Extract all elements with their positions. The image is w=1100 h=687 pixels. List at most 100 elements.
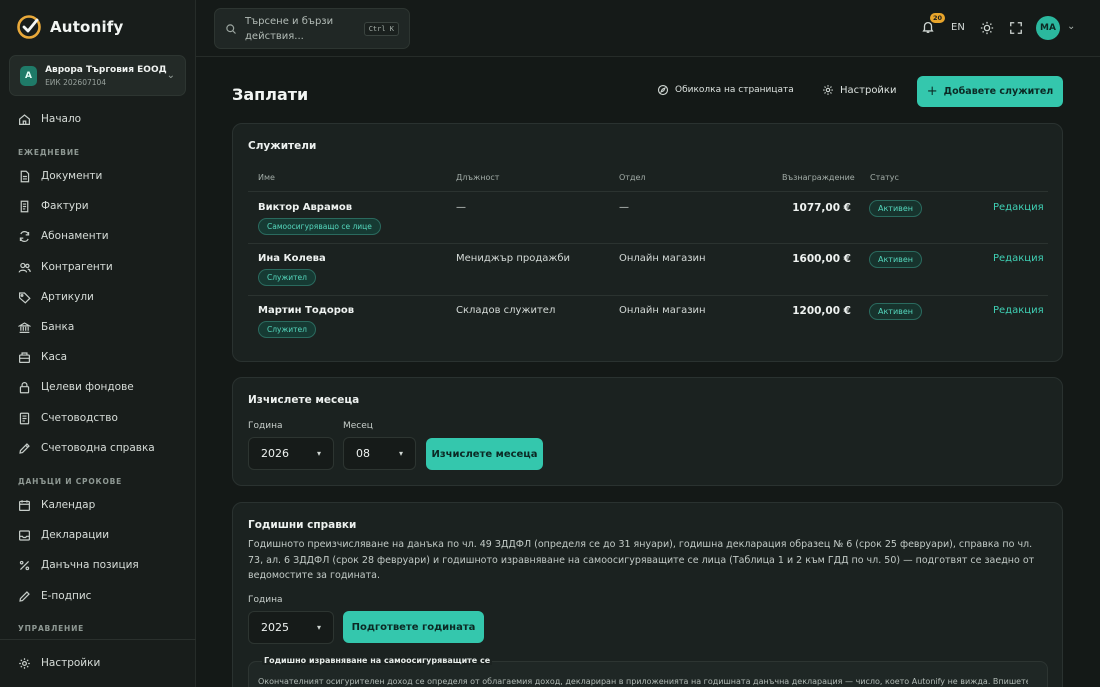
year-select-value: 2026 bbox=[261, 447, 289, 460]
page-tour-label: Обиколка на страницата bbox=[675, 85, 794, 95]
employee-salary: 1600,00 € bbox=[792, 253, 851, 265]
edit-employee-link[interactable]: Редакция bbox=[993, 253, 1044, 264]
self-insured-equalization-title: Годишно изравняване на самоосигуряващите… bbox=[262, 656, 493, 665]
company-switcher[interactable]: A Аврора Търговия ЕООД ЕИК 202607104 ⌄ bbox=[9, 55, 186, 96]
sidebar-item-label: Банка bbox=[41, 321, 75, 333]
users-icon bbox=[18, 262, 31, 273]
annual-year-select[interactable]: 2025 ▾ bbox=[248, 611, 334, 644]
month-select[interactable]: 08 ▾ bbox=[343, 437, 416, 470]
app-name: Autonify bbox=[50, 18, 124, 36]
sidebar-item-label: Документи bbox=[41, 170, 103, 182]
sidebar-item-accounting[interactable]: Счетоводство bbox=[12, 405, 184, 431]
employees-title: Служители bbox=[248, 140, 317, 152]
table-row-divider bbox=[248, 295, 1048, 296]
search-input[interactable]: Търсене и бързи действия... Ctrl K bbox=[214, 8, 410, 49]
employee-position: Мениджър продажби bbox=[456, 253, 571, 264]
sidebar-item-contractors[interactable]: Контрагенти bbox=[12, 254, 184, 280]
sidebar-item-label: Каса bbox=[41, 351, 68, 363]
year-select[interactable]: 2026 ▾ bbox=[248, 437, 334, 470]
annual-reports-title: Годишни справки bbox=[248, 519, 357, 531]
status-badge: Активен bbox=[869, 200, 923, 217]
document-icon bbox=[20, 170, 30, 182]
sidebar-item-calendar[interactable]: Календар bbox=[12, 492, 184, 518]
sun-icon bbox=[980, 21, 994, 35]
lock-icon bbox=[19, 381, 30, 393]
plus-icon: + bbox=[926, 84, 938, 99]
brand[interactable]: Autonify bbox=[16, 14, 124, 40]
sidebar-item-invoices[interactable]: Фактури bbox=[12, 193, 184, 219]
company-name: Аврора Търговия ЕООД bbox=[45, 64, 167, 75]
column-header-status: Статус bbox=[870, 173, 899, 182]
home-icon bbox=[19, 113, 30, 125]
sidebar-item-label: Настройки bbox=[41, 657, 101, 669]
nav-section-tax: ДАНЪЦИ И СРОКОВЕ bbox=[18, 477, 123, 486]
employee-position: — bbox=[456, 202, 466, 213]
gear-icon bbox=[823, 85, 833, 95]
page-settings-button[interactable]: Настройки bbox=[822, 84, 896, 96]
notifications-count-badge: 20 bbox=[930, 13, 946, 23]
language-toggle[interactable]: EN bbox=[951, 22, 965, 33]
sidebar-item-articles[interactable]: Артикули bbox=[12, 284, 184, 310]
calendar-icon bbox=[19, 499, 30, 511]
topbar: Търсене и бързи действия... Ctrl K 20 EN… bbox=[196, 0, 1100, 57]
annual-reports-description: Годишното преизчисляване на данъка по чл… bbox=[248, 539, 1035, 581]
theme-toggle-button[interactable] bbox=[980, 21, 994, 38]
employee-salary: 1077,00 € bbox=[792, 202, 851, 214]
sidebar-item-declarations[interactable]: Декларации bbox=[12, 522, 184, 548]
edit-employee-link[interactable]: Редакция bbox=[993, 202, 1044, 213]
sidebar-item-label: Целеви фондове bbox=[41, 381, 134, 393]
edit-employee-link[interactable]: Редакция bbox=[993, 305, 1044, 316]
month-label: Месец bbox=[343, 421, 373, 431]
chevron-down-icon: ▾ bbox=[398, 449, 403, 458]
employee-type-badge: Служител bbox=[258, 269, 316, 286]
page-settings-label: Настройки bbox=[840, 84, 897, 96]
employee-name: Мартин Тодоров bbox=[258, 305, 355, 316]
nav-section-daily: ЕЖЕДНЕВИЕ bbox=[18, 148, 80, 157]
chevron-down-icon[interactable]: ⌄ bbox=[1067, 21, 1075, 32]
employee-type-badge: Служител bbox=[258, 321, 316, 338]
sidebar-item-label: Артикули bbox=[41, 291, 94, 303]
notifications-button[interactable]: 20 bbox=[921, 13, 946, 36]
column-header-position: Длъжност bbox=[456, 173, 500, 182]
signature-pen-icon bbox=[19, 590, 30, 602]
user-avatar[interactable]: МА bbox=[1036, 16, 1060, 40]
sidebar-item-label: Данъчна позиция bbox=[41, 559, 139, 571]
sidebar-item-tax-position[interactable]: Данъчна позиция bbox=[12, 552, 184, 578]
pencil-icon bbox=[19, 442, 30, 454]
sidebar-item-settings[interactable]: Настройки bbox=[12, 650, 184, 676]
gear-icon bbox=[19, 657, 30, 669]
sidebar-item-label: Счетоводна справка bbox=[41, 442, 155, 454]
chevron-down-icon: ▾ bbox=[316, 623, 321, 632]
sidebar-item-label: Начало bbox=[41, 113, 82, 125]
nav-section-manage: УПРАВЛЕНИЕ bbox=[18, 624, 85, 633]
column-header-name: Име bbox=[258, 173, 275, 182]
chevron-down-icon: ▾ bbox=[316, 449, 321, 458]
sidebar-item-home[interactable]: Начало bbox=[12, 106, 184, 132]
sidebar-item-bank[interactable]: Банка bbox=[12, 314, 184, 340]
prepare-year-button[interactable]: Подгответе годината bbox=[343, 611, 484, 643]
sidebar-item-label: Фактури bbox=[41, 200, 89, 212]
autonify-logo-icon bbox=[17, 15, 41, 39]
fullscreen-button[interactable] bbox=[1009, 21, 1023, 38]
calculate-month-button[interactable]: Изчислете месеца bbox=[426, 438, 543, 470]
add-employee-button[interactable]: + Добавете служител bbox=[917, 76, 1063, 107]
column-header-salary: Възнаграждение bbox=[782, 173, 855, 182]
percent-icon bbox=[19, 560, 30, 570]
ledger-icon bbox=[19, 412, 30, 424]
receipt-icon bbox=[20, 200, 29, 212]
sidebar-item-documents[interactable]: Документи bbox=[12, 163, 184, 189]
page-title: Заплати bbox=[232, 85, 309, 104]
sidebar-item-target-funds[interactable]: Целеви фондове bbox=[12, 374, 184, 400]
sidebar-item-e-signature[interactable]: Е-подпис bbox=[12, 583, 184, 609]
status-badge: Активен bbox=[869, 303, 923, 320]
sidebar-item-label: Контрагенти bbox=[41, 261, 113, 273]
employee-name: Виктор Аврамов bbox=[258, 202, 353, 213]
sidebar-item-subscriptions[interactable]: Абонаменти bbox=[12, 223, 184, 249]
employee-name: Ина Колева bbox=[258, 253, 326, 264]
employee-department: Онлайн магазин bbox=[619, 305, 706, 316]
compass-icon bbox=[657, 84, 669, 96]
sidebar-item-accounting-report[interactable]: Счетоводна справка bbox=[12, 435, 184, 461]
column-header-department: Отдел bbox=[619, 173, 646, 182]
sidebar-item-cash[interactable]: Каса bbox=[12, 344, 184, 370]
page-tour-button[interactable]: Обиколка на страницата bbox=[657, 84, 794, 96]
